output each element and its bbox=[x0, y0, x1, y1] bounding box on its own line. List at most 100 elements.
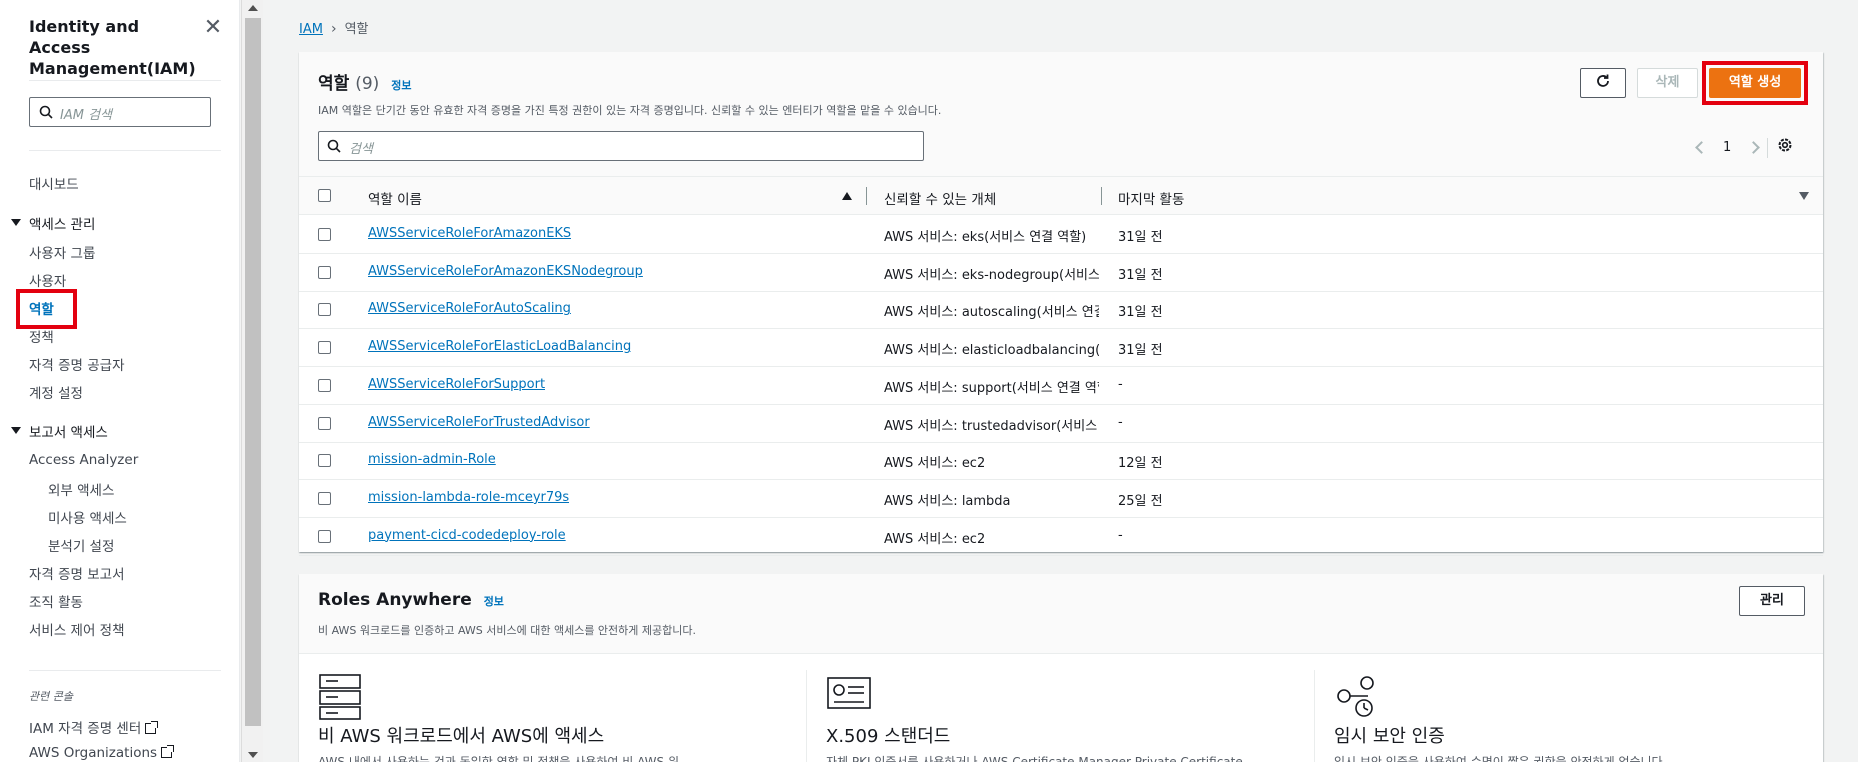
server-icon bbox=[319, 674, 361, 720]
sidebar-item-access-analyzer[interactable]: Access Analyzer bbox=[29, 452, 138, 468]
trusted-entity-cell: AWS 서비스: eks(서비스 연결 역할) bbox=[884, 226, 1099, 245]
sidebar-item-credential-report[interactable]: 자격 증명 보고서 bbox=[29, 563, 125, 583]
row-checkbox[interactable] bbox=[318, 529, 331, 543]
role-name-cell: AWSServiceRoleForSupport bbox=[368, 377, 545, 392]
scroll-up-icon[interactable] bbox=[248, 5, 258, 11]
column-header-last-activity[interactable]: 마지막 활동 bbox=[1118, 188, 1184, 208]
sidebar-item-account-settings[interactable]: 계정 설정 bbox=[29, 382, 83, 402]
row-checkbox[interactable] bbox=[318, 228, 331, 241]
role-name-cell: AWSServiceRoleForTrustedAdvisor bbox=[368, 415, 590, 430]
row-checkbox[interactable] bbox=[318, 378, 331, 392]
sidebar-item-external-access[interactable]: 외부 액세스 bbox=[48, 479, 114, 499]
link-iam-identity-center[interactable]: IAM 자격 증명 센터 bbox=[29, 717, 159, 737]
trusted-entity-cell: AWS 서비스: eks-nodegroup(서비스 연결 역할) bbox=[884, 264, 1099, 283]
role-name-link[interactable]: AWSServiceRoleForElasticLoadBalancing bbox=[368, 339, 631, 354]
roles-search-input[interactable]: 검색 bbox=[318, 131, 924, 161]
sidebar-item-policies[interactable]: 정책 bbox=[29, 326, 54, 346]
sidebar-item-dashboard[interactable]: 대시보드 bbox=[29, 173, 79, 193]
sidebar-item-unused-access[interactable]: 미사용 액세스 bbox=[48, 507, 127, 527]
sidebar-item-roles[interactable]: 역할 bbox=[29, 298, 54, 318]
column-header-role-name[interactable]: 역할 이름 bbox=[368, 188, 422, 208]
link-aws-organizations[interactable]: AWS Organizations bbox=[29, 745, 175, 761]
role-name-link[interactable]: payment-cicd-codedeploy-role bbox=[368, 528, 566, 543]
info-link[interactable]: 정보 bbox=[391, 79, 411, 92]
delete-button[interactable]: 삭제 bbox=[1637, 68, 1698, 98]
column-header-trusted-entities[interactable]: 신뢰할 수 있는 개체 bbox=[884, 188, 996, 208]
sidebar-item-scp[interactable]: 서비스 제어 정책 bbox=[29, 619, 125, 639]
service-linked-role-label[interactable]: (서비스 연결 역할) bbox=[1011, 380, 1099, 396]
service-linked-role-label[interactable]: (서비스 연결 역할) bbox=[1095, 343, 1099, 359]
sidebar-scrollbar[interactable] bbox=[241, 0, 263, 762]
role-name-link[interactable]: AWSServiceRoleForSupport bbox=[368, 377, 545, 392]
table-header: 역할 이름 신뢰할 수 있는 개체 마지막 활동 bbox=[299, 177, 1823, 215]
page-title: 역할 (9) 정보 bbox=[318, 69, 411, 94]
table-row: mission-admin-Role AWS 서비스: ec2 12일 전 bbox=[299, 442, 1823, 481]
row-checkbox[interactable] bbox=[318, 416, 331, 430]
column-resizer[interactable] bbox=[866, 187, 867, 205]
sidebar-item-analyzer-settings[interactable]: 분석기 설정 bbox=[48, 535, 114, 555]
row-checkbox[interactable] bbox=[318, 341, 331, 355]
role-name-cell: payment-cicd-codedeploy-role bbox=[368, 528, 566, 543]
refresh-button[interactable] bbox=[1580, 68, 1626, 98]
service-linked-role-label[interactable]: (서비스 연결 역할) bbox=[1056, 418, 1099, 434]
trusted-entity-cell: AWS 서비스: autoscaling(서비스 연결 역할) bbox=[884, 301, 1099, 321]
settings-gear-icon[interactable] bbox=[1776, 136, 1794, 154]
role-name-link[interactable]: AWSServiceRoleForAutoScaling bbox=[368, 301, 571, 316]
role-name-cell: mission-lambda-role-mceyr79s bbox=[368, 490, 569, 505]
sidebar-section-access-management[interactable]: 액세스 관리 bbox=[29, 213, 95, 233]
page-number[interactable]: 1 bbox=[1723, 140, 1731, 155]
table-row: payment-cicd-codedeploy-role AWS 서비스: ec2… bbox=[299, 518, 1823, 556]
card-text: 임시 보안 인증을 사용하여 수명이 짧은 권한을 안전하게 얻습니다. bbox=[1334, 755, 1667, 762]
row-checkbox[interactable] bbox=[318, 491, 331, 505]
sidebar-section-access-reports[interactable]: 보고서 액세스 bbox=[29, 421, 108, 441]
trusted-entity-text: AWS 서비스: trustedadvisor bbox=[884, 418, 1057, 434]
create-role-button[interactable]: 역할 생성 bbox=[1709, 68, 1801, 98]
card-x509: X.509 스탠더드 자체 PKI 인증서를 사용하거나 AWS Certifi… bbox=[826, 674, 1246, 762]
sidebar-item-user-groups[interactable]: 사용자 그룹 bbox=[29, 242, 95, 262]
card-text: AWS 내에서 사용하는 것과 동일한 역할 및 정책을 사용하여 비 AWS … bbox=[318, 755, 679, 762]
sidebar-search-placeholder: IAM 검색 bbox=[60, 108, 112, 123]
caret-down-icon[interactable] bbox=[11, 219, 21, 226]
role-name-link[interactable]: mission-admin-Role bbox=[368, 452, 496, 467]
table-row: AWSServiceRoleForSupport AWS 서비스: support… bbox=[299, 367, 1823, 405]
manage-button[interactable]: 관리 bbox=[1739, 586, 1805, 616]
breadcrumb-iam[interactable]: IAM bbox=[299, 22, 323, 37]
sidebar-item-org-activity[interactable]: 조직 활동 bbox=[29, 591, 83, 611]
chevron-right-icon[interactable] bbox=[1747, 141, 1760, 154]
role-name-cell: AWSServiceRoleForAutoScaling bbox=[368, 301, 571, 316]
table-row: mission-lambda-role-mceyr79s AWS 서비스: lam… bbox=[299, 480, 1823, 518]
roles-panel-header: 역할 (9) 정보 IAM 역할은 단기간 동안 유효한 자격 증명을 가진 특… bbox=[299, 52, 1823, 177]
table-row: AWSServiceRoleForAmazonEKS AWS 서비스: eks(서… bbox=[299, 216, 1823, 254]
last-activity-cell: 31일 전 bbox=[1118, 343, 1163, 359]
select-all-checkbox[interactable] bbox=[318, 189, 331, 202]
service-linked-role-label[interactable]: (서비스 연결 역할) bbox=[1036, 305, 1099, 321]
sidebar: Identity and Access Management(IAM) ✕ IA… bbox=[0, 0, 240, 762]
row-checkbox[interactable] bbox=[318, 454, 331, 468]
sidebar-item-users[interactable]: 사용자 bbox=[29, 270, 66, 290]
caret-down-icon[interactable] bbox=[11, 427, 21, 434]
sidebar-search-input[interactable]: IAM 검색 bbox=[29, 97, 211, 127]
sidebar-item-identity-providers[interactable]: 자격 증명 공급자 bbox=[29, 354, 125, 374]
row-checkbox[interactable] bbox=[318, 265, 331, 279]
close-icon[interactable]: ✕ bbox=[203, 17, 223, 39]
scrollbar-thumb[interactable] bbox=[245, 18, 261, 726]
role-name-link[interactable]: AWSServiceRoleForTrustedAdvisor bbox=[368, 415, 590, 430]
column-resizer[interactable] bbox=[1101, 187, 1102, 205]
role-name-link[interactable]: AWSServiceRoleForAmazonEKSNodegroup bbox=[368, 264, 643, 279]
role-name-cell: AWSServiceRoleForAmazonEKS bbox=[368, 226, 571, 241]
sort-ascending-icon[interactable] bbox=[842, 192, 852, 200]
caret-down-icon[interactable] bbox=[1799, 192, 1809, 200]
scroll-down-icon[interactable] bbox=[248, 752, 258, 758]
row-checkbox[interactable] bbox=[318, 303, 331, 317]
role-name-link[interactable]: mission-lambda-role-mceyr79s bbox=[368, 490, 569, 505]
link-iam-identity-center-label: IAM 자격 증명 센터 bbox=[29, 721, 142, 737]
info-link[interactable]: 정보 bbox=[484, 595, 504, 608]
divider bbox=[1314, 670, 1315, 762]
chevron-left-icon[interactable] bbox=[1695, 141, 1708, 154]
service-linked-role-label[interactable]: (서비스 연결 역할) bbox=[984, 230, 1087, 245]
trusted-entity-text: AWS 서비스: ec2 bbox=[884, 531, 986, 547]
service-linked-role-label[interactable]: (서비스 연결 역할) bbox=[1059, 267, 1099, 283]
roles-anywhere-title: Roles Anywhere bbox=[318, 590, 472, 610]
role-name-link[interactable]: AWSServiceRoleForAmazonEKS bbox=[368, 226, 571, 241]
divider bbox=[1767, 138, 1768, 158]
